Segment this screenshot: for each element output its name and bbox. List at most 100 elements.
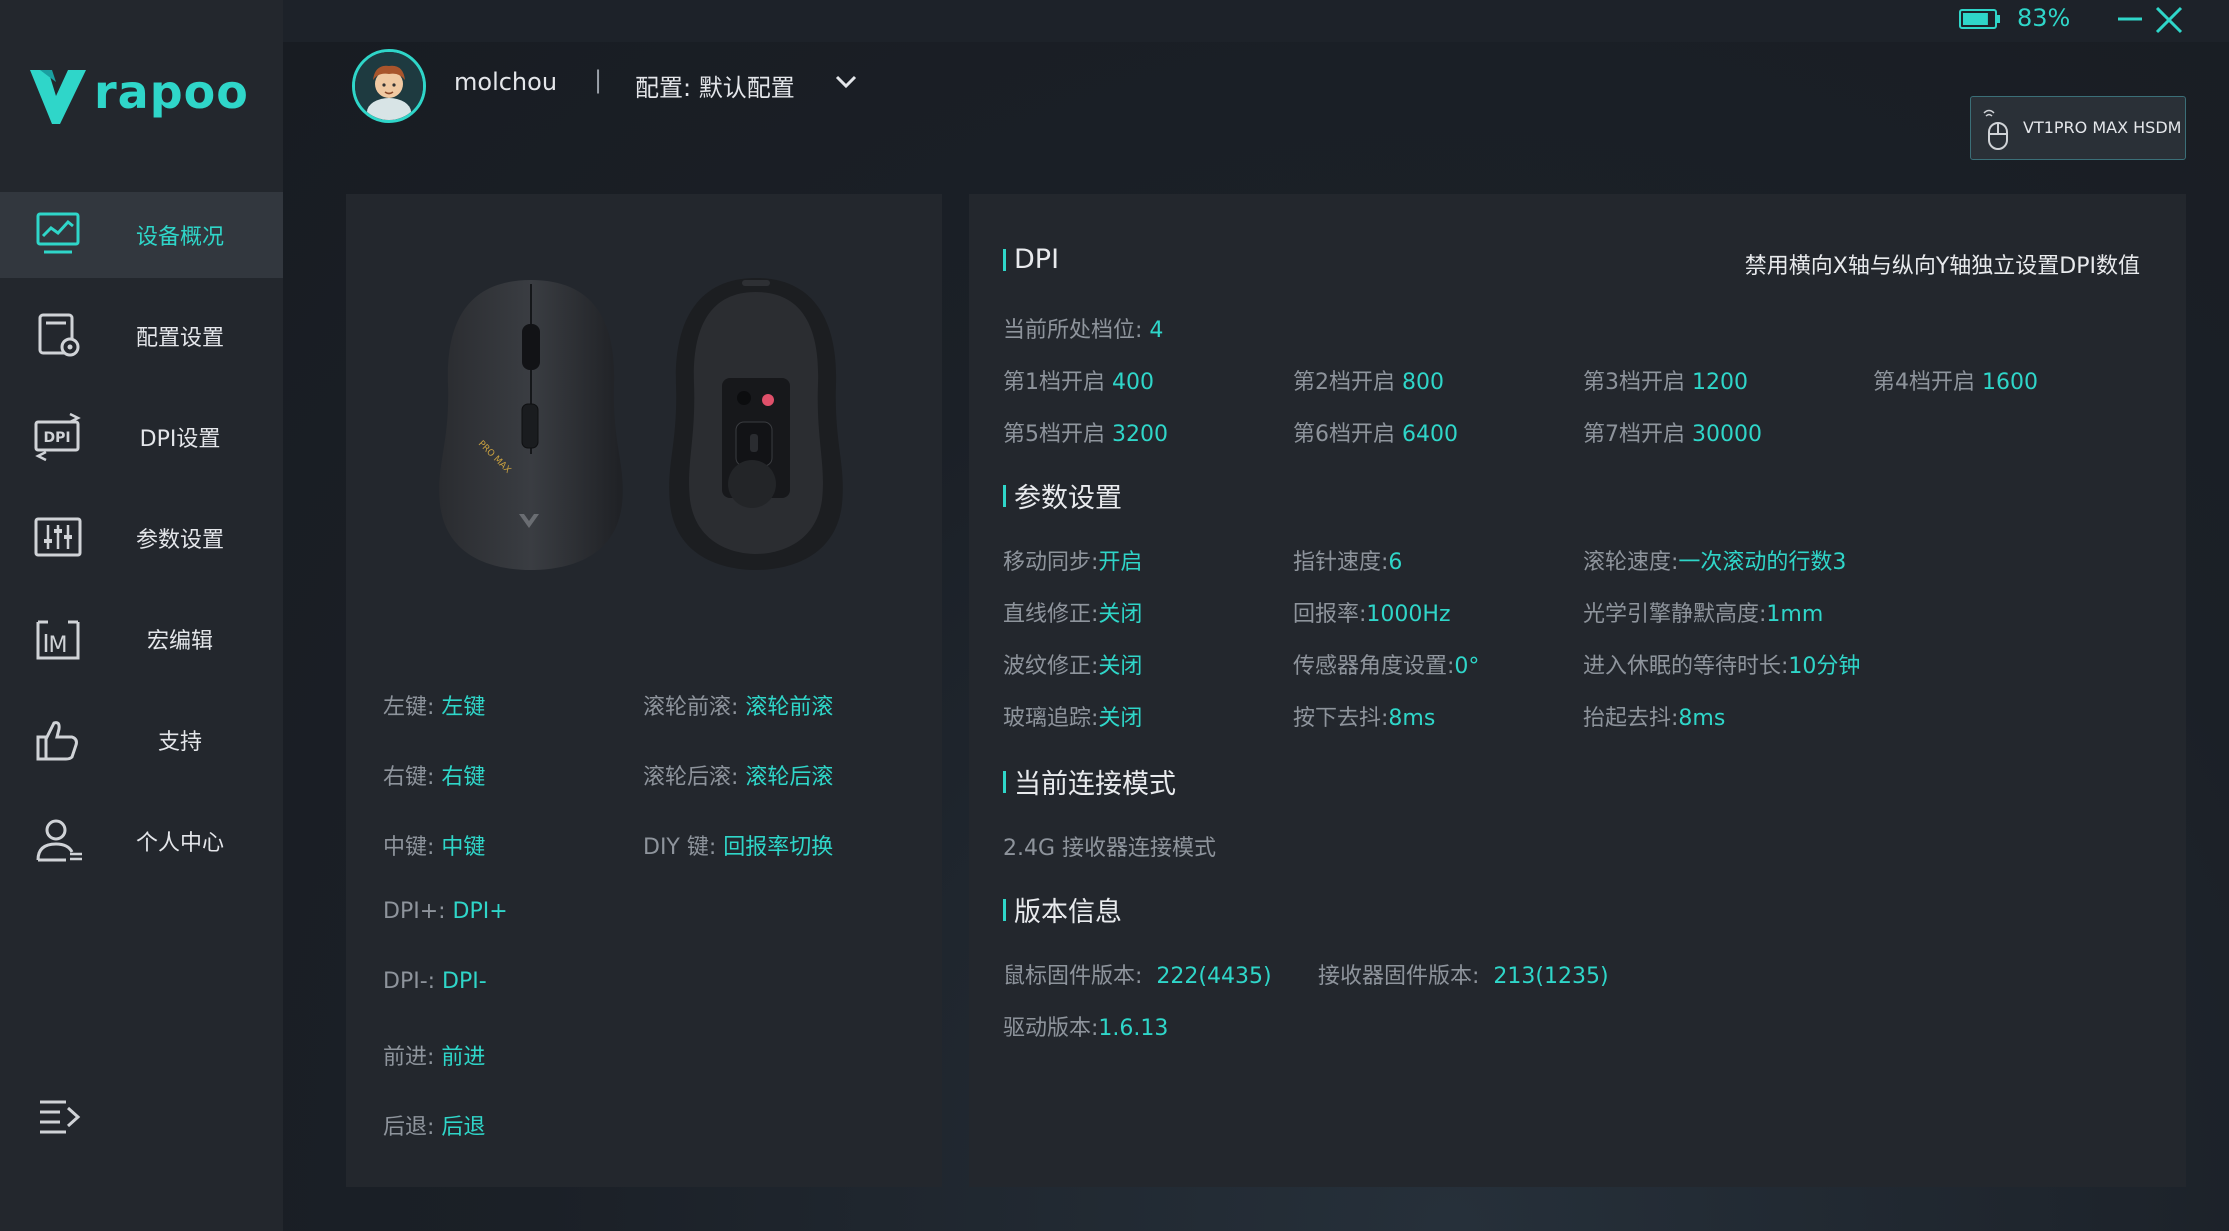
nav-item-support[interactable]: 支持 [0, 697, 283, 783]
mouse-top-image: PRO MAX [439, 280, 623, 570]
svg-text:DPI: DPI [43, 430, 70, 446]
device-selector-button[interactable]: VT1PRO MAX HSDM [1970, 96, 2186, 160]
dpi-level-6: 第6档开启 6400 [1293, 422, 1458, 447]
button-dpi-plus[interactable]: DPI+: DPI+ [383, 899, 508, 924]
rapoo-logo: rapoo [30, 65, 246, 124]
nav-label: DPI设置 [139, 427, 221, 452]
button-scroll-up-value: 滚轮前滚 [745, 695, 834, 720]
dpi-level-5: 第5档开启 3200 [1003, 422, 1168, 447]
button-right[interactable]: 右键: 右键 [383, 759, 485, 791]
button-diy-value: 回报率切换 [723, 835, 834, 860]
nav-item-profile[interactable]: 个人中心 [0, 798, 283, 884]
mouse-firmware-version: 鼠标固件版本: 222(4435) [1003, 964, 1272, 989]
param-polling-rate: 回报率:1000Hz [1293, 602, 1451, 627]
nav-item-macro[interactable]: M 宏编辑 [0, 596, 283, 682]
battery-icon [1959, 9, 2000, 29]
macro-icon: M [32, 614, 86, 664]
button-back[interactable]: 后退: 后退 [383, 1109, 485, 1141]
user-icon [32, 816, 86, 866]
collapse-menu-icon[interactable] [36, 1096, 84, 1140]
header-separator: | [594, 66, 603, 94]
nav-label: 个人中心 [135, 831, 224, 856]
sidebar: rapoo 设备概况 配置设置 DPI DPI设置 参数设置 M 宏编辑 支持 … [0, 0, 283, 1231]
button-middle-label: 中键: [383, 835, 435, 860]
button-back-label: 后退: [383, 1115, 435, 1140]
button-dpi-minus-label: DPI-: [383, 969, 436, 994]
button-scroll-down[interactable]: 滚轮后滚: 滚轮后滚 [643, 759, 833, 791]
nav-label: 配置设置 [135, 326, 224, 351]
nav-label: 参数设置 [135, 528, 224, 553]
param-angle-snapping: 直线修正:关闭 [1003, 602, 1143, 627]
param-pointer-speed: 指针速度:6 [1293, 550, 1403, 575]
monitor-chart-icon [32, 210, 86, 260]
button-dpi-minus-value: DPI- [442, 969, 487, 994]
connection-section-title: 当前连接模式 [1003, 762, 1176, 801]
nav-item-params[interactable]: 参数设置 [0, 495, 283, 581]
nav-item-config[interactable]: 配置设置 [0, 293, 283, 379]
param-lod: 光学引擎静默高度:1mm [1583, 602, 1824, 627]
dpi-icon: DPI [32, 412, 86, 462]
dpi-level-7: 第7档开启 30000 [1583, 422, 1762, 447]
main-area: 83% molchou | 配置: 默认配置 VT1PRO MAX HSDM P… [283, 0, 2229, 1231]
nav-label: 宏编辑 [146, 629, 213, 654]
param-release-debounce: 抬起去抖:8ms [1583, 706, 1726, 731]
device-name: VT1PRO MAX HSDM [2023, 118, 2182, 137]
receiver-firmware-version: 接收器固件版本: 213(1235) [1318, 964, 1609, 989]
version-section-title: 版本信息 [1003, 890, 1122, 929]
button-left[interactable]: 左键: 左键 [383, 689, 485, 721]
svg-text:M: M [49, 633, 68, 658]
button-forward[interactable]: 前进: 前进 [383, 1039, 485, 1071]
button-diy[interactable]: DIY 键: 回报率切换 [643, 829, 833, 861]
battery-percent: 83% [2017, 4, 2071, 32]
button-dpi-minus[interactable]: DPI-: DPI- [383, 969, 487, 994]
button-middle[interactable]: 中键: 中键 [383, 829, 485, 861]
avatar[interactable] [352, 49, 426, 123]
profile-selector[interactable]: 配置: 默认配置 [635, 68, 795, 103]
sliders-icon [32, 513, 86, 563]
sidebar-nav: 设备概况 配置设置 DPI DPI设置 参数设置 M 宏编辑 支持 个人中心 [0, 192, 283, 899]
param-press-debounce: 按下去抖:8ms [1293, 706, 1436, 731]
close-icon[interactable] [2153, 4, 2185, 36]
chevron-down-icon[interactable] [833, 72, 859, 92]
param-motion-sync: 移动同步:开启 [1003, 550, 1143, 575]
button-scroll-up-label: 滚轮前滚: [643, 695, 739, 720]
title-bar: 83% [283, 0, 2229, 42]
button-scroll-up[interactable]: 滚轮前滚: 滚轮前滚 [643, 689, 833, 721]
mouse-panel: PRO MAX 左键: 左键 右键: 右键 中键: 中键 DPI+: DPI+ … [346, 194, 942, 1187]
wireless-mouse-icon [1983, 109, 2008, 150]
param-sensor-angle: 传感器角度设置:0° [1293, 654, 1480, 679]
dpi-level-4: 第4档开启 1600 [1873, 370, 2038, 395]
nav-label: 支持 [157, 730, 202, 755]
summary-panel: DPI 禁用横向X轴与纵向Y轴独立设置DPI数值 当前所处档位: 4 第1档开启… [969, 194, 2186, 1187]
minimize-icon[interactable] [2115, 4, 2145, 34]
dpi-section-title: DPI [1003, 244, 1059, 275]
dpi-level-3: 第3档开启 1200 [1583, 370, 1748, 395]
username: molchou [454, 68, 558, 96]
button-left-value: 左键 [441, 695, 486, 720]
params-section-title: 参数设置 [1003, 476, 1122, 515]
button-left-label: 左键: [383, 695, 435, 720]
nav-item-dpi[interactable]: DPI DPI设置 [0, 394, 283, 480]
button-right-value: 右键 [441, 765, 486, 790]
button-dpi-plus-value: DPI+ [452, 899, 508, 924]
dpi-axis-note: 禁用横向X轴与纵向Y轴独立设置DPI数值 [1744, 254, 2140, 279]
dpi-level-2: 第2档开启 800 [1293, 370, 1444, 395]
driver-version: 驱动版本:1.6.13 [1003, 1016, 1169, 1041]
button-dpi-plus-label: DPI+: [383, 899, 446, 924]
dpi-level-1: 第1档开启 400 [1003, 370, 1154, 395]
param-ripple-control: 波纹修正:关闭 [1003, 654, 1143, 679]
thumbs-up-icon [32, 715, 86, 765]
button-middle-value: 中键 [441, 835, 486, 860]
svg-text:rapoo: rapoo [94, 65, 246, 119]
param-sleep-time: 进入休眠的等待时长:10分钟 [1583, 654, 1861, 679]
mouse-bottom-image [669, 278, 843, 570]
button-scroll-down-value: 滚轮后滚 [745, 765, 834, 790]
button-diy-label: DIY 键: [643, 835, 717, 860]
param-scroll-speed: 滚轮速度:一次滚动的行数3 [1583, 550, 1847, 575]
button-scroll-down-label: 滚轮后滚: [643, 765, 739, 790]
dpi-current-level: 当前所处档位: 4 [1003, 318, 1164, 343]
param-glass-tracking: 玻璃追踪:关闭 [1003, 706, 1143, 731]
nav-item-device-overview[interactable]: 设备概况 [0, 192, 283, 278]
button-back-value: 后退 [441, 1115, 486, 1140]
button-forward-value: 前进 [441, 1045, 486, 1070]
